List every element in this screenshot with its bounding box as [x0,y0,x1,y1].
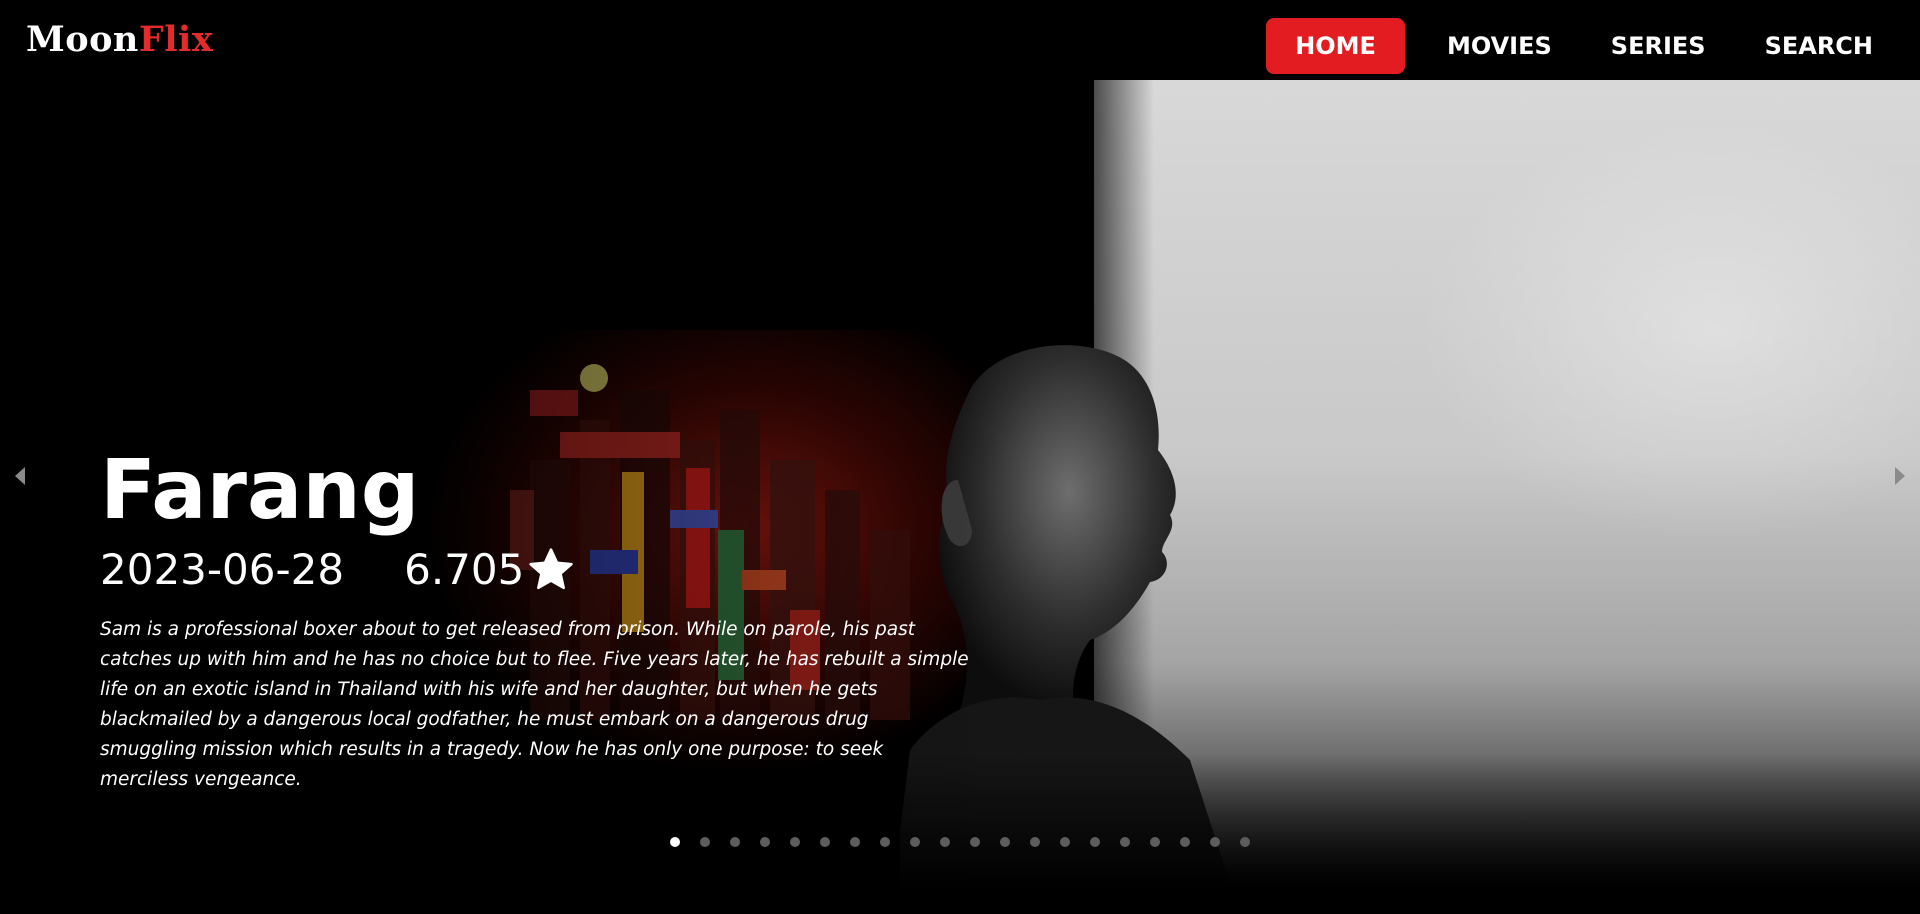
carousel-dot[interactable] [970,837,980,847]
carousel-dot[interactable] [1000,837,1010,847]
logo[interactable]: MoonFlix [26,22,213,57]
carousel-next-button[interactable] [1888,462,1912,490]
carousel-dot[interactable] [1090,837,1100,847]
carousel-dot[interactable] [730,837,740,847]
main-nav: HOME MOVIES SERIES SEARCH [1266,18,1920,74]
carousel-dot[interactable] [760,837,770,847]
star-icon [529,548,574,590]
carousel-dot[interactable] [1240,837,1250,847]
carousel-dot[interactable] [1210,837,1220,847]
carousel-dot[interactable] [820,837,830,847]
caret-left-icon [15,467,25,485]
movie-meta: 2023-06-28 6.705 [100,542,576,598]
carousel-dot[interactable] [670,837,680,847]
nav-search[interactable]: SEARCH [1748,18,1890,74]
carousel-dot[interactable] [1060,837,1070,847]
page: MoonFlix HOME MOVIES SERIES SEARCH Faran… [0,0,1920,914]
nav-home[interactable]: HOME [1266,18,1405,74]
top-navbar: MoonFlix HOME MOVIES SERIES SEARCH [0,0,1920,80]
carousel-dot[interactable] [880,837,890,847]
logo-text-flix: Flix [138,19,214,60]
carousel-dot[interactable] [1180,837,1190,847]
carousel-dot[interactable] [1030,837,1040,847]
logo-text-moon: Moon [26,19,139,60]
carousel-dot[interactable] [910,837,920,847]
rating-value: 6.705 [404,545,525,594]
carousel-dot[interactable] [1150,837,1160,847]
movie-overview: Sam is a professional boxer about to get… [100,619,969,790]
nav-movies[interactable]: MOVIES [1430,18,1569,74]
carousel-dot[interactable] [700,837,710,847]
nav-series[interactable]: SERIES [1594,18,1723,74]
carousel-dot[interactable] [850,837,860,847]
movie-title: Farang [100,443,420,538]
release-date: 2023-06-28 [100,545,345,594]
carousel-pagination [670,836,1270,848]
carousel-dot[interactable] [940,837,950,847]
carousel-prev-button[interactable] [8,462,32,490]
carousel-dot[interactable] [1120,837,1130,847]
carousel-dot[interactable] [790,837,800,847]
caret-right-icon [1895,467,1905,485]
